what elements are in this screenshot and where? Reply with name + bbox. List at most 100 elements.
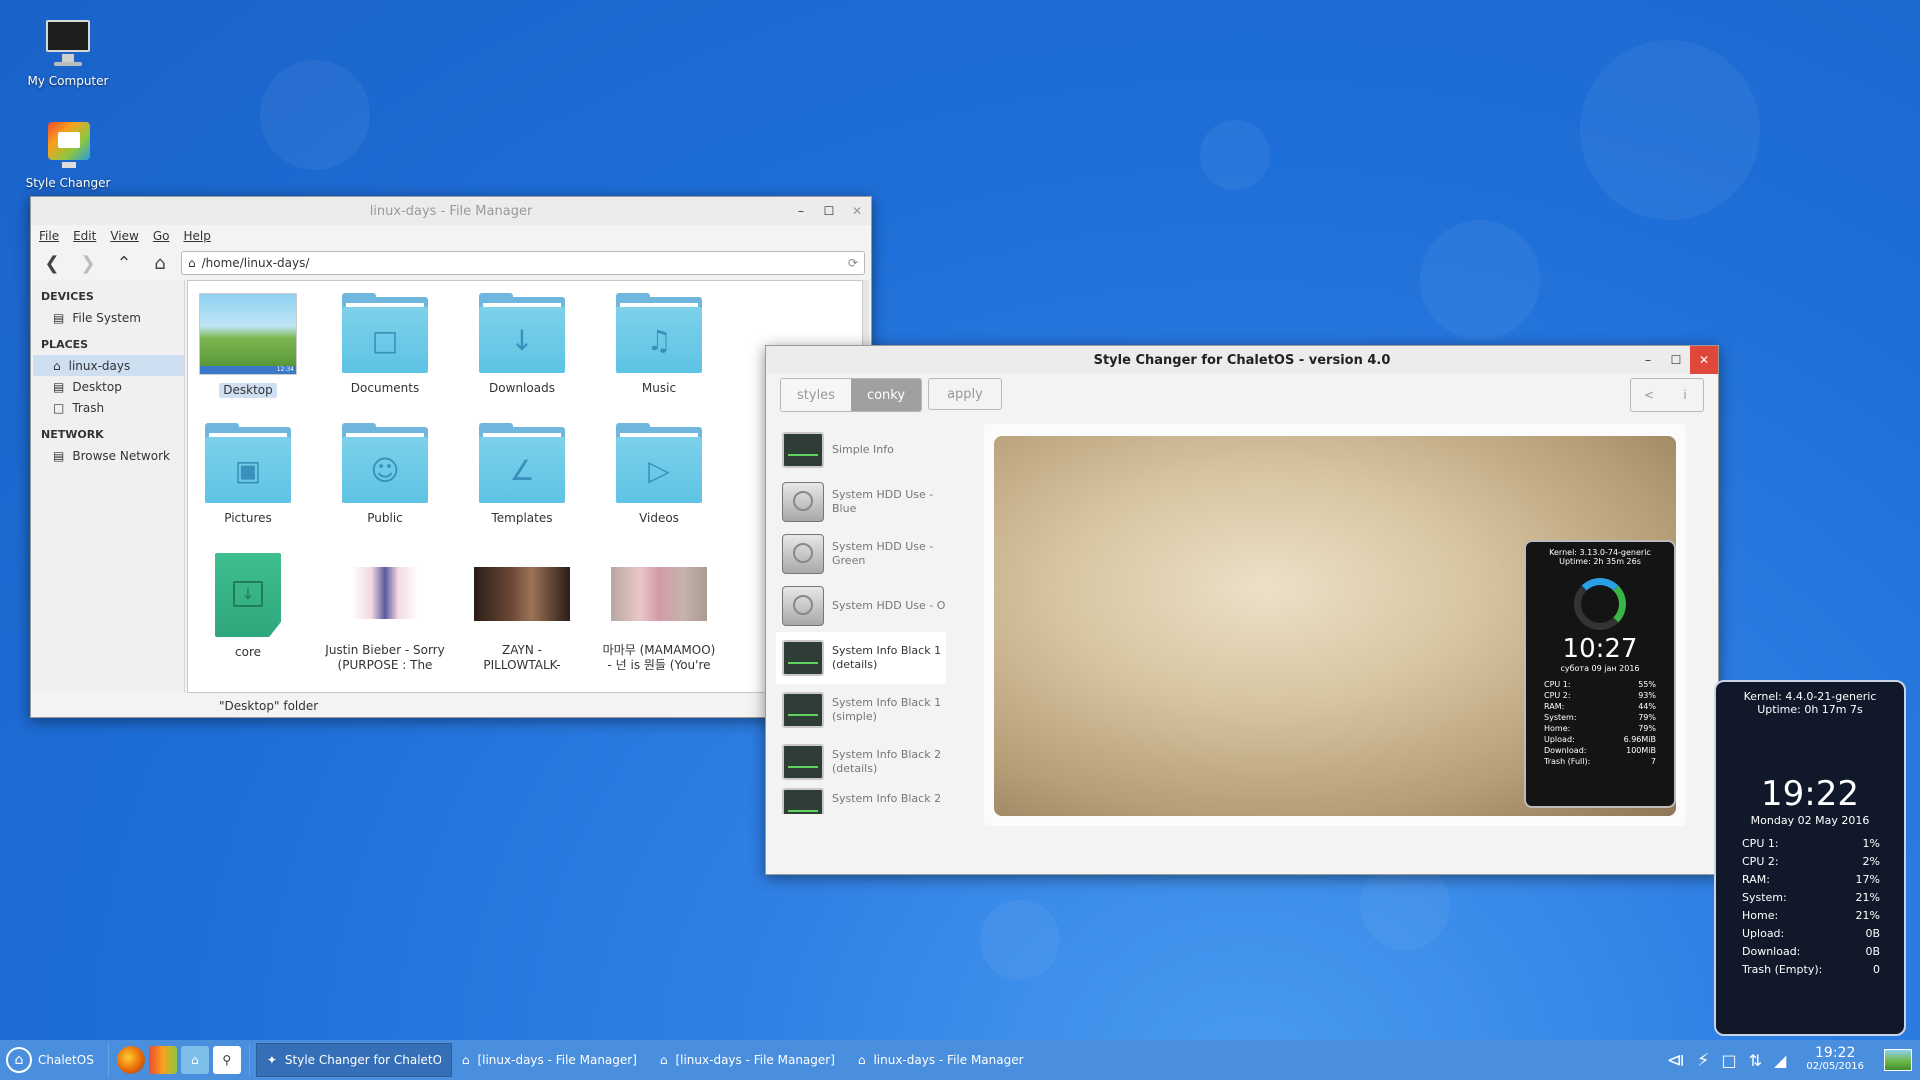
power-icon[interactable]: ⚡ xyxy=(1697,1050,1710,1071)
home-small-icon: ⌂ xyxy=(188,256,196,270)
folder-videos[interactable]: ▷ Videos xyxy=(599,423,719,526)
taskbar-item-file-manager[interactable]: ⌂ [linux-days - File Manager] xyxy=(650,1043,848,1077)
stat-label: Home: xyxy=(1544,724,1571,733)
firefox-icon[interactable] xyxy=(116,1046,145,1074)
start-button[interactable]: ⌂ ChaletOS xyxy=(0,1040,108,1080)
folder-documents[interactable]: □ Documents xyxy=(325,293,445,396)
quick-launch: ⌂ ⚲ xyxy=(107,1043,250,1077)
style-changer-launcher-icon[interactable] xyxy=(148,1046,177,1074)
list-item-label: System HDD Use - Green xyxy=(832,540,934,567)
search-icon[interactable]: ⚲ xyxy=(212,1046,241,1074)
menu-view[interactable]: View xyxy=(110,229,138,243)
power-icon[interactable]: ⧏ xyxy=(1667,1050,1685,1071)
clock[interactable]: 19:22 02/05/2016 xyxy=(1806,1046,1864,1074)
maximize-icon[interactable]: ☐ xyxy=(815,197,843,225)
show-desktop-icon[interactable] xyxy=(1884,1049,1912,1071)
desktop-icon-my-computer[interactable]: My Computer xyxy=(13,18,123,88)
folder-pictures[interactable]: ▣ Pictures xyxy=(188,423,308,526)
info-button[interactable]: i xyxy=(1667,379,1703,411)
sidebar-heading-devices: DEVICES xyxy=(41,290,94,303)
up-icon[interactable]: ⌃ xyxy=(109,250,139,276)
file-label: Justin Bieber - Sorry (PURPOSE : The Mov… xyxy=(325,643,445,672)
minimize-icon[interactable]: – xyxy=(787,197,815,225)
prev-button[interactable]: < xyxy=(1631,379,1667,411)
folder-downloads[interactable]: ↓ Downloads xyxy=(462,293,582,396)
forward-icon[interactable]: ❯ xyxy=(73,250,103,276)
apply-button[interactable]: apply xyxy=(928,378,1002,410)
sidebar-heading-places: PLACES xyxy=(41,338,89,351)
desktop-icon-style-changer[interactable]: Style Changer xyxy=(13,120,123,190)
taskbar-item-file-manager[interactable]: ⌂ linux-days - File Manager xyxy=(848,1043,1046,1077)
conky-stats: CPU 1: 1% CPU 2: 2% RAM: 17% System: 21% Home: 21… xyxy=(1716,835,1904,979)
stat-value: 79% xyxy=(1638,724,1656,733)
sidebar-item-browse-network[interactable]: ▤ Browse Network xyxy=(33,445,184,466)
sidebar-item-linux-days[interactable]: ⌂ linux-days xyxy=(33,355,184,376)
list-item-selected[interactable]: System Info Black 1 (details) xyxy=(776,632,946,684)
list-item[interactable]: System Info Black 1 (simple) xyxy=(776,684,946,736)
folder-music[interactable]: ♫ Music xyxy=(599,293,719,396)
sidebar-item-file-system[interactable]: ▤ File System xyxy=(33,307,184,328)
taskbar-item-label: [linux-days - File Manager] xyxy=(675,1053,835,1067)
home-folder-icon: ⌂ xyxy=(461,1053,470,1067)
menu-edit[interactable]: Edit xyxy=(73,229,96,243)
desktop-thumbnail: 12:34 xyxy=(199,293,297,375)
network-icon[interactable]: ⇅ xyxy=(1749,1051,1762,1070)
file-zayn-video[interactable]: ZAYN - PILLOWTALK-C_3d6GntKbk.mkv xyxy=(462,553,582,673)
picture-icon: ▣ xyxy=(205,437,291,503)
sidebar-item-desktop[interactable]: ▤ Desktop xyxy=(33,376,184,397)
file-core[interactable]: ↓ core xyxy=(188,553,308,660)
list-item-label: System Info Black 2 xyxy=(832,792,942,805)
file-item-desktop[interactable]: 12:34 Desktop xyxy=(188,293,308,398)
volume-icon[interactable]: ◢ xyxy=(1774,1051,1786,1070)
folder-templates[interactable]: ∠ Templates xyxy=(462,423,582,526)
menu-file[interactable]: File xyxy=(39,229,59,243)
list-item[interactable]: System HDD Use - Orange xyxy=(776,580,946,632)
taskbar-item-style-changer[interactable]: ✦ Style Changer for ChaletOS - v... xyxy=(255,1043,452,1077)
stat-label: CPU 2: xyxy=(1544,691,1571,700)
stat-row: RAM: 44% xyxy=(1526,701,1674,712)
tab-conky[interactable]: conky xyxy=(850,379,922,411)
titlebar[interactable]: linux-days - File Manager – ☐ ✕ xyxy=(31,197,871,225)
taskbar-item-file-manager[interactable]: ⌂ [linux-days - File Manager] xyxy=(452,1043,650,1077)
stat-row: CPU 1: 1% xyxy=(1716,835,1904,853)
maximize-icon[interactable]: ☐ xyxy=(1662,346,1690,374)
list-item[interactable]: System Info Black 2 (details) xyxy=(776,736,946,788)
file-manager-launcher-icon[interactable]: ⌂ xyxy=(180,1046,209,1074)
stat-row: System: 79% xyxy=(1526,712,1674,723)
chaletos-logo-icon: ⌂ xyxy=(6,1047,32,1073)
style-changer-task-icon: ✦ xyxy=(266,1053,277,1067)
list-item[interactable]: System Info Black 2 xyxy=(776,788,946,814)
stat-label: Home: xyxy=(1742,909,1779,922)
file-mamamoo-video[interactable]: 마마무 (MAMAMOO) - 넌 is 뭔들 (You're the best… xyxy=(599,553,719,673)
stat-value: 17% xyxy=(1855,873,1880,886)
sidebar-item-label: Desktop xyxy=(72,379,122,394)
folder-public[interactable]: ☺ Public xyxy=(325,423,445,526)
home-icon[interactable]: ⌂ xyxy=(145,250,175,276)
location-bar[interactable]: ⌂ /home/linux-days/ ⟳ xyxy=(181,251,865,275)
clipboard-icon[interactable]: □ xyxy=(1722,1051,1737,1070)
file-label: Music xyxy=(641,381,677,395)
folder-icon: ☺ xyxy=(342,423,428,503)
titlebar[interactable]: Style Changer for ChaletOS - version 4.0… xyxy=(766,346,1718,374)
file-manager-window: linux-days - File Manager – ☐ ✕ File Edi… xyxy=(30,196,872,718)
back-icon[interactable]: ❮ xyxy=(37,250,67,276)
stat-label: Upload: xyxy=(1544,735,1575,744)
minimize-icon[interactable]: – xyxy=(1634,346,1662,374)
folder-icon: ↓ xyxy=(479,293,565,373)
sidebar-item-label: File System xyxy=(72,310,141,325)
close-icon[interactable]: ✕ xyxy=(843,197,871,225)
menu-help[interactable]: Help xyxy=(183,229,210,243)
music-note-icon: ♫ xyxy=(616,307,702,373)
reload-icon[interactable]: ⟳ xyxy=(848,256,858,270)
folder-icon: ▣ xyxy=(205,423,291,503)
stat-value: 2% xyxy=(1862,855,1880,868)
close-icon[interactable]: ✕ xyxy=(1690,346,1718,374)
places-sidebar: DEVICES ▤ File System PLACES ⌂ linux-days … xyxy=(33,280,185,693)
menu-go[interactable]: Go xyxy=(153,229,170,243)
sidebar-item-trash[interactable]: □ Trash xyxy=(33,397,184,418)
list-item[interactable]: System HDD Use - Green xyxy=(776,528,946,580)
file-justin-bieber-video[interactable]: Justin Bieber - Sorry (PURPOSE : The Mov… xyxy=(325,553,445,673)
list-item[interactable]: Simple Info xyxy=(776,424,946,476)
tab-styles[interactable]: styles xyxy=(781,379,851,411)
list-item[interactable]: System HDD Use - Blue xyxy=(776,476,946,528)
